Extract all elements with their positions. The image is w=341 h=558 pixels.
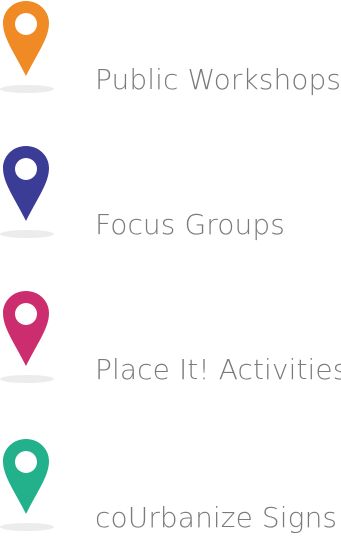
location-pin-icon xyxy=(0,0,56,96)
legend-item-place-it-activities: Place It! Activities xyxy=(0,290,341,410)
legend-item-label: Public Workshops xyxy=(95,63,341,96)
pin-green-graphic xyxy=(0,439,54,531)
location-pin-icon xyxy=(0,438,56,534)
legend-item-label: Focus Groups xyxy=(95,208,285,241)
legend-item-courbanize-signs: coUrbanize Signs xyxy=(0,438,341,558)
location-pin-icon xyxy=(0,290,56,386)
location-pin-icon xyxy=(0,145,56,241)
legend-item-label: coUrbanize Signs xyxy=(95,501,338,534)
pin-magenta-graphic xyxy=(0,291,54,383)
legend-item-public-workshops: Public Workshops xyxy=(0,0,341,120)
legend-item-label: Place It! Activities xyxy=(95,353,341,386)
pin-orange-graphic xyxy=(0,1,54,93)
legend-item-focus-groups: Focus Groups xyxy=(0,145,341,265)
pin-blue-graphic xyxy=(0,146,54,238)
